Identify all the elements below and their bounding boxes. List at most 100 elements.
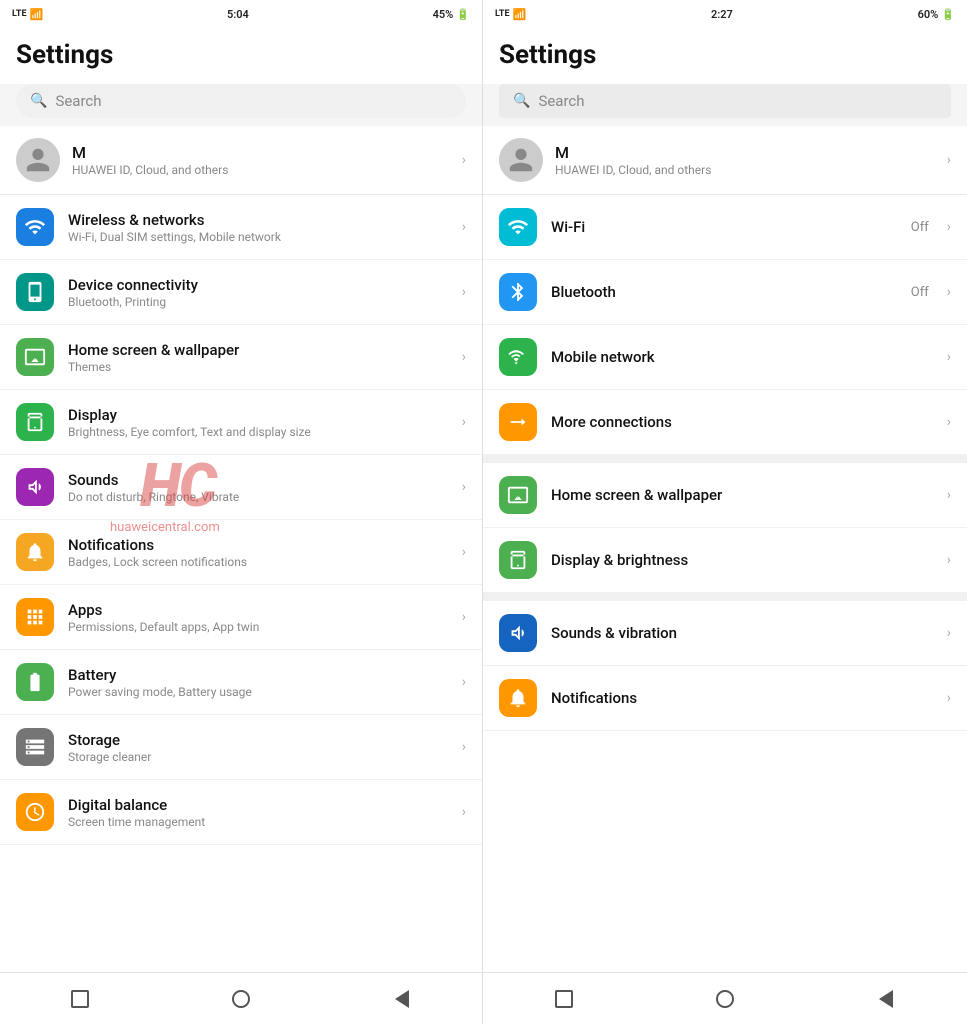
- time-left: 5:04: [227, 8, 249, 21]
- notifications-chevron: ›: [462, 544, 466, 560]
- mobile-icon-right: [499, 338, 537, 376]
- setting-bluetooth-right[interactable]: Bluetooth Off ›: [483, 260, 967, 325]
- setting-notifications-right[interactable]: Notifications ›: [483, 666, 967, 731]
- battery-icon-left: 🔋: [456, 8, 470, 21]
- notifications-text: Notifications Badges, Lock screen notifi…: [68, 536, 448, 569]
- more-chevron-right: ›: [947, 414, 951, 430]
- wireless-title: Wireless & networks: [68, 211, 448, 229]
- profile-sub-left: HUAWEI ID, Cloud, and others: [72, 163, 450, 177]
- device-sub: Bluetooth, Printing: [68, 295, 448, 309]
- setting-display[interactable]: Display Brightness, Eye comfort, Text an…: [0, 390, 482, 455]
- setting-mobile-right[interactable]: Mobile network ›: [483, 325, 967, 390]
- sounds-title: Sounds: [68, 471, 448, 489]
- device-text: Device connectivity Bluetooth, Printing: [68, 276, 448, 309]
- settings-list-left: Wireless & networks Wi-Fi, Dual SIM sett…: [0, 195, 482, 972]
- search-bar-right[interactable]: 🔍 Search: [499, 84, 951, 118]
- profile-row-left[interactable]: M HUAWEI ID, Cloud, and others ›: [0, 126, 482, 195]
- more-text-right: More connections: [551, 413, 933, 431]
- sounds-icon: [16, 468, 54, 506]
- battery-title: Battery: [68, 666, 448, 684]
- digital-chevron: ›: [462, 804, 466, 820]
- phone-left: LTE 📶 5:04 45% 🔋 Settings 🔍 Search M HUA…: [0, 0, 483, 1024]
- setting-sounds-right[interactable]: Sounds & vibration ›: [483, 601, 967, 666]
- phone-right: LTE 📶 2:27 60% 🔋 Settings 🔍 Search M HUA…: [483, 0, 967, 1024]
- profile-info-right: M HUAWEI ID, Cloud, and others: [555, 143, 935, 177]
- setting-battery[interactable]: Battery Power saving mode, Battery usage…: [0, 650, 482, 715]
- header-left: Settings: [0, 28, 482, 84]
- bottom-nav-right: [483, 972, 967, 1024]
- nav-back-left[interactable]: [390, 987, 414, 1011]
- setting-device[interactable]: Device connectivity Bluetooth, Printing …: [0, 260, 482, 325]
- notifications-sub: Badges, Lock screen notifications: [68, 555, 448, 569]
- wifi-status-right: Off: [911, 220, 929, 235]
- profile-sub-right: HUAWEI ID, Cloud, and others: [555, 163, 935, 177]
- homescreen-sub: Themes: [68, 360, 448, 374]
- apps-title: Apps: [68, 601, 448, 619]
- homescreen-text: Home screen & wallpaper Themes: [68, 341, 448, 374]
- bluetooth-text-right: Bluetooth: [551, 283, 897, 301]
- setting-storage[interactable]: Storage Storage cleaner ›: [0, 715, 482, 780]
- notifications-icon: [16, 533, 54, 571]
- display-title-right: Display & brightness: [551, 551, 933, 569]
- wireless-text: Wireless & networks Wi-Fi, Dual SIM sett…: [68, 211, 448, 244]
- time-right: 2:27: [711, 8, 733, 21]
- bluetooth-icon-right: [499, 273, 537, 311]
- setting-digital[interactable]: Digital balance Screen time management ›: [0, 780, 482, 845]
- more-title-right: More connections: [551, 413, 933, 431]
- display-sub: Brightness, Eye comfort, Text and displa…: [68, 425, 448, 439]
- bluetooth-title-right: Bluetooth: [551, 283, 897, 301]
- search-bar-left[interactable]: 🔍 Search: [16, 84, 466, 118]
- nav-recent-icon-right: [555, 990, 573, 1008]
- sounds-title-right: Sounds & vibration: [551, 624, 933, 642]
- nav-home-left[interactable]: [229, 987, 253, 1011]
- mobile-chevron-right: ›: [947, 349, 951, 365]
- header-right: Settings: [483, 28, 967, 84]
- homescreen-text-right: Home screen & wallpaper: [551, 486, 933, 504]
- profile-chevron-left: ›: [462, 152, 466, 168]
- battery-chevron: ›: [462, 674, 466, 690]
- avatar-left: [16, 138, 60, 182]
- profile-row-right[interactable]: M HUAWEI ID, Cloud, and others ›: [483, 126, 967, 195]
- divider-1-right: [483, 455, 967, 463]
- nav-recent-icon-left: [71, 990, 89, 1008]
- nav-home-icon-right: [716, 990, 734, 1008]
- homescreen-icon: [16, 338, 54, 376]
- setting-wifi-right[interactable]: Wi-Fi Off ›: [483, 195, 967, 260]
- setting-wireless[interactable]: Wireless & networks Wi-Fi, Dual SIM sett…: [0, 195, 482, 260]
- nav-home-right[interactable]: [713, 987, 737, 1011]
- profile-name-left: M: [72, 143, 450, 162]
- wifi-text-right: Wi-Fi: [551, 218, 897, 236]
- status-right-right: 60% 🔋: [918, 8, 955, 21]
- digital-sub: Screen time management: [68, 815, 448, 829]
- setting-more-right[interactable]: More connections ›: [483, 390, 967, 455]
- device-title: Device connectivity: [68, 276, 448, 294]
- wireless-sub: Wi-Fi, Dual SIM settings, Mobile network: [68, 230, 448, 244]
- status-right-left: 45% 🔋: [433, 8, 470, 21]
- bottom-nav-left: [0, 972, 482, 1024]
- setting-homescreen-right[interactable]: Home screen & wallpaper ›: [483, 463, 967, 528]
- page-title-right: Settings: [499, 40, 951, 70]
- setting-notifications[interactable]: Notifications Badges, Lock screen notifi…: [0, 520, 482, 585]
- nav-recent-right[interactable]: [552, 987, 576, 1011]
- homescreen-chevron-right: ›: [947, 487, 951, 503]
- digital-text: Digital balance Screen time management: [68, 796, 448, 829]
- settings-list-right: Wi-Fi Off › Bluetooth Off ›: [483, 195, 967, 972]
- setting-homescreen[interactable]: Home screen & wallpaper Themes ›: [0, 325, 482, 390]
- search-placeholder-left: Search: [55, 92, 101, 110]
- nav-back-icon-left: [395, 990, 409, 1008]
- mobile-title-right: Mobile network: [551, 348, 933, 366]
- nav-recent-left[interactable]: [68, 987, 92, 1011]
- setting-sounds[interactable]: Sounds Do not disturb, Ringtone, Vibrate…: [0, 455, 482, 520]
- nav-back-right[interactable]: [874, 987, 898, 1011]
- more-icon-right: [499, 403, 537, 441]
- bluetooth-status-right: Off: [911, 285, 929, 300]
- notifications-text-right: Notifications: [551, 689, 933, 707]
- setting-apps[interactable]: Apps Permissions, Default apps, App twin…: [0, 585, 482, 650]
- display-title: Display: [68, 406, 448, 424]
- divider-2-right: [483, 593, 967, 601]
- profile-chevron-right: ›: [947, 152, 951, 168]
- search-placeholder-right: Search: [538, 92, 584, 110]
- setting-display-right[interactable]: Display & brightness ›: [483, 528, 967, 593]
- battery-left: 45%: [433, 8, 454, 21]
- status-left-right: LTE 📶: [495, 8, 526, 21]
